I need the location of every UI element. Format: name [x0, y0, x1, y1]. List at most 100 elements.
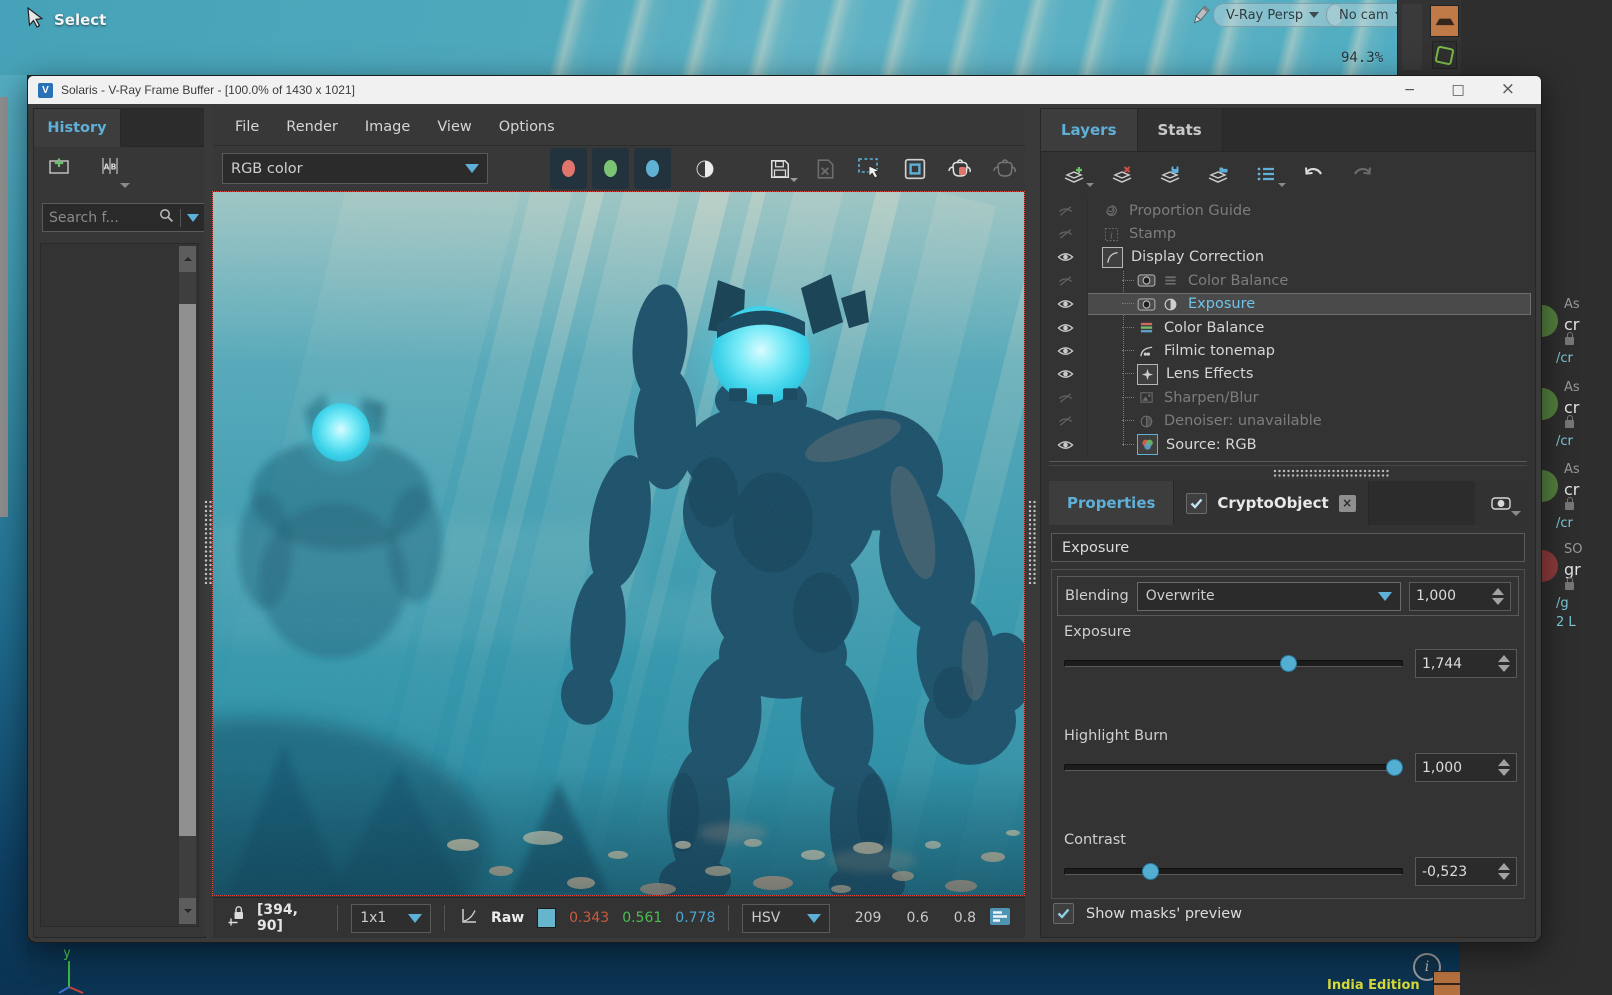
redo-button-disabled[interactable] [1349, 163, 1375, 185]
layer-row-denoiser-unavailable[interactable]: Denoiser: unavailable [1043, 410, 1533, 433]
eye-off-icon[interactable] [1043, 269, 1088, 292]
close-button[interactable]: × [1501, 81, 1515, 98]
layer-row-color-balance[interactable]: Color Balance [1043, 269, 1533, 292]
mono-channel-toggle[interactable] [687, 148, 723, 189]
splitter-right[interactable] [1025, 108, 1040, 936]
eye-icon[interactable] [1043, 316, 1088, 339]
mask-selector-button[interactable] [1475, 481, 1527, 525]
add-layer-button[interactable] [1061, 163, 1087, 185]
eye-off-icon[interactable] [1043, 222, 1088, 245]
scroll-down-button[interactable] [179, 898, 196, 924]
pixel-ratio-dropdown[interactable]: 1x1 [351, 904, 431, 933]
undo-button[interactable] [1301, 163, 1327, 185]
layer-row-sharpen-blur[interactable]: Sharpen/Blur [1043, 386, 1533, 409]
menu-options[interactable]: Options [499, 119, 555, 135]
history-search[interactable]: Search f... [42, 203, 206, 232]
scroll-up-button[interactable] [179, 246, 196, 272]
minimize-button[interactable]: − [1404, 83, 1416, 98]
layer-row-display-correction[interactable]: Display Correction [1043, 246, 1533, 269]
chevron-down-icon[interactable] [120, 183, 130, 193]
blue-channel-toggle[interactable] [634, 148, 671, 189]
layer-row-source-rgb[interactable]: Source: RGB [1043, 433, 1533, 456]
blending-dropdown[interactable]: Overwrite [1137, 582, 1401, 611]
search-filter-dropdown-icon[interactable] [187, 214, 199, 222]
region-render-button[interactable] [854, 153, 886, 185]
slider-value-spinner[interactable]: -0,523 [1415, 857, 1517, 886]
layer-row-proportion-guide[interactable]: Proportion Guide [1043, 199, 1533, 222]
eye-icon[interactable] [1043, 433, 1088, 456]
save-channels-button-disabled[interactable] [809, 153, 841, 185]
menu-view[interactable]: View [437, 119, 471, 135]
slider-thumb[interactable] [1142, 863, 1159, 880]
slider-track[interactable] [1064, 764, 1403, 771]
menu-file[interactable]: File [235, 119, 259, 135]
eye-off-icon[interactable] [1043, 386, 1088, 409]
blending-amount-spinner[interactable]: 1,000 [1409, 582, 1511, 611]
slider-thumb[interactable] [1386, 759, 1403, 776]
shelf-tool-icon[interactable] [1433, 971, 1461, 995]
close-tab-icon[interactable]: × [1339, 495, 1356, 512]
layers-tabs: LayersStats [1041, 109, 1535, 152]
layer-row-lens-effects[interactable]: Lens Effects [1043, 363, 1533, 386]
layers-list-menu-button[interactable] [1253, 163, 1279, 185]
show-corrections-button[interactable] [899, 153, 931, 185]
perspective-selector[interactable]: V-Ray Persp [1213, 3, 1343, 27]
eye-icon[interactable] [1043, 293, 1088, 316]
load-layers-button[interactable] [1205, 163, 1231, 185]
tab-properties[interactable]: Properties [1049, 481, 1174, 525]
panel-splitter-handle[interactable] [1273, 469, 1389, 479]
green-channel-toggle[interactable] [592, 148, 629, 189]
menu-render[interactable]: Render [286, 119, 338, 135]
history-list[interactable] [40, 243, 199, 927]
layer-row-stamp[interactable]: iStamp [1043, 222, 1533, 245]
layer-row-exposure[interactable]: Exposure [1043, 293, 1533, 316]
ab-compare-icon[interactable]: AB [98, 157, 122, 179]
tab-cryptoobject[interactable]: CryptoObject × [1174, 481, 1368, 525]
color-mode-dropdown[interactable]: HSV [742, 904, 829, 933]
slider-track[interactable] [1064, 868, 1403, 875]
delete-layer-button[interactable] [1109, 163, 1135, 185]
slider-thumb[interactable] [1280, 655, 1297, 672]
eye-icon[interactable] [1043, 246, 1088, 269]
histogram-icon[interactable] [989, 907, 1011, 930]
slider-value-spinner[interactable]: 1,744 [1415, 649, 1517, 678]
red-channel-toggle[interactable] [550, 148, 587, 189]
mask-chip-icon[interactable] [1137, 298, 1156, 311]
eye-off-icon[interactable] [1043, 410, 1088, 433]
slider-track[interactable] [1064, 660, 1403, 667]
menu-image[interactable]: Image [365, 119, 410, 135]
layer-enabled-checkbox[interactable] [1186, 493, 1207, 514]
render-last-button[interactable] [944, 153, 976, 185]
layer-label: Source: RGB [1166, 437, 1257, 453]
pencil-icon[interactable] [1190, 4, 1212, 30]
layer-name-field[interactable]: Exposure [1051, 533, 1525, 562]
scrollbar-thumb[interactable] [179, 304, 196, 836]
layer-row-color-balance[interactable]: Color Balance [1043, 316, 1533, 339]
render-image[interactable] [213, 192, 1024, 895]
maximize-button[interactable]: □ [1452, 83, 1465, 98]
render-last-disabled-button[interactable] [989, 153, 1021, 185]
tab-stats[interactable]: Stats [1138, 109, 1223, 151]
houdini-viewport-top[interactable]: Select V-Ray Persp No cam 94.3% [0, 0, 1397, 75]
tab-layers[interactable]: Layers [1041, 109, 1138, 151]
save-to-history-icon[interactable] [48, 157, 70, 179]
tab-history[interactable]: History [34, 109, 121, 147]
eye-icon[interactable] [1043, 363, 1088, 386]
titlebar[interactable]: V Solaris - V-Ray Frame Buffer - [100.0%… [28, 76, 1541, 104]
layer-row-filmic-tonemap[interactable]: Filmic tonemap [1043, 339, 1533, 362]
teapot-gray-icon [992, 158, 1018, 180]
channel-selector[interactable]: RGB color [222, 153, 488, 184]
save-layers-button[interactable] [1157, 163, 1183, 185]
history-scrollbar[interactable] [179, 246, 196, 924]
spiral-tool-icon[interactable] [1432, 41, 1457, 69]
mask-chip-icon[interactable] [1137, 274, 1156, 287]
splitter-left[interactable] [204, 108, 213, 936]
color-curve-icon[interactable] [460, 907, 478, 929]
show-masks-checkbox[interactable] [1053, 903, 1074, 924]
ground-plane-icon[interactable] [1430, 5, 1459, 37]
eye-off-icon[interactable] [1043, 199, 1088, 222]
eye-icon[interactable] [1043, 339, 1088, 362]
save-image-button[interactable] [764, 153, 796, 185]
pixel-probe-pin-icon[interactable] [227, 905, 244, 931]
slider-value-spinner[interactable]: 1,000 [1415, 753, 1517, 782]
